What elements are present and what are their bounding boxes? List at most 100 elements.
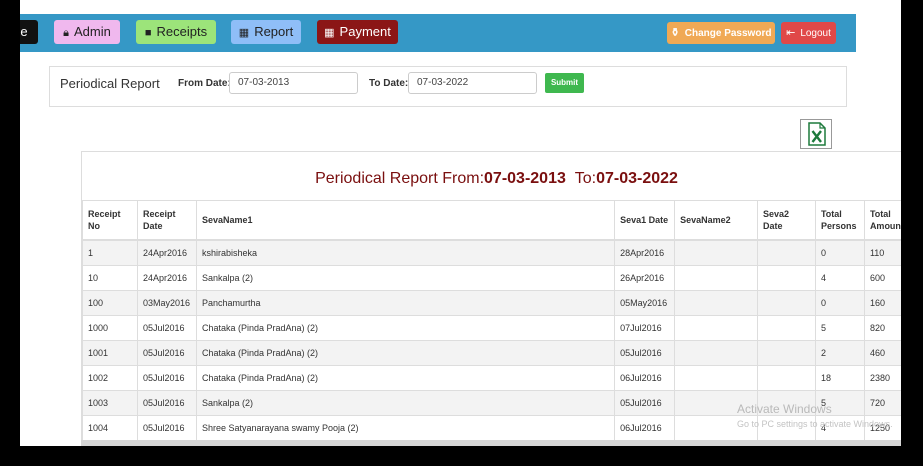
logout-button[interactable]: ⇤ Logout [781, 22, 836, 44]
table-cell: 1001 [82, 340, 138, 366]
table-cell [757, 265, 816, 291]
file-icon: ■ [144, 27, 152, 39]
table-cell: 1004 [82, 415, 138, 441]
table-cell: 820 [863, 315, 901, 341]
receipts-label: Receipts [156, 24, 208, 39]
column-header: Total Amount [863, 200, 901, 241]
table-row: 1000 05Jul2016 Chataka (Pinda PradAna) (2)… [82, 315, 901, 341]
table-cell: 0 [814, 290, 865, 316]
table-cell [674, 290, 759, 316]
table-cell: 720 [863, 390, 901, 416]
submit-button[interactable]: Submit [545, 73, 584, 93]
table-cell: 460 [863, 340, 901, 366]
table-cell: 03May2016 [136, 290, 197, 316]
table-cell [674, 315, 759, 341]
table-cell: 28Apr2016 [614, 239, 676, 266]
table-cell: 05Jul2016 [136, 415, 197, 441]
table-cell: 05Jul2016 [136, 315, 197, 341]
excel-icon [808, 122, 826, 146]
table-cell [674, 365, 759, 391]
report-label: Report [254, 24, 294, 39]
table-cell: 06Jul2016 [614, 365, 676, 391]
table-cell: 1 [82, 239, 138, 266]
sign-out-icon: ⇤ [786, 27, 796, 39]
table-cell: Chataka (Pinda PradAna) (2) [195, 365, 616, 391]
report-to-prefix: To: [574, 170, 597, 187]
table-cell [757, 290, 816, 316]
home-button[interactable]: e [20, 20, 38, 44]
table-row: 10 24Apr2016 Sankalpa (2) 26Apr2016 4 600 [82, 265, 901, 291]
column-header: Receipt Date [136, 200, 197, 241]
table-cell: 06Jul2016 [614, 415, 676, 441]
column-header: Receipt No [82, 200, 138, 241]
table-row: 1001 05Jul2016 Chataka (Pinda PradAna) (2)… [82, 340, 901, 366]
header-row: Receipt No Receipt Date SevaName1 Seva1 Dat… [82, 200, 901, 241]
table-cell [757, 365, 816, 391]
report-title: Periodical Report From:07-03-2013 To:07-… [82, 170, 901, 188]
table-cell: 05Jul2016 [614, 390, 676, 416]
key-icon: ⚱ [670, 27, 680, 39]
table-cell [757, 340, 816, 366]
table-cell: 05Jul2016 [136, 390, 197, 416]
table-cell: 10 [82, 265, 138, 291]
column-header: Seva2 Date [757, 200, 816, 241]
payment-label: Payment [339, 24, 391, 39]
table-cell: 2380 [863, 365, 901, 391]
table-cell: 05Jul2016 [136, 365, 197, 391]
table-cell: Chataka (Pinda PradAna) (2) [195, 340, 616, 366]
table-cell: 05Jul2016 [614, 340, 676, 366]
payment-button[interactable]: ▦ Payment [317, 20, 398, 44]
home-label: e [20, 24, 28, 39]
table-cell: Sankalpa (2) [195, 390, 616, 416]
table-cell: 160 [863, 290, 901, 316]
top-navbar: e 🔒︎ Admin ■ Receipts ▦ Report ▦ Payment ⚱ Ch… [20, 14, 856, 52]
lock-icon: 🔒︎ [63, 27, 69, 39]
table-row: 100 03May2016 Panchamurtha 05May2016 0 160 [82, 290, 901, 316]
table-cell: 1000 [82, 315, 138, 341]
table-cell [757, 239, 816, 266]
table-cell: 05Jul2016 [136, 340, 197, 366]
table-cell: 1002 [82, 365, 138, 391]
column-header: SevaName2 [674, 200, 759, 241]
table-cell: 110 [863, 239, 901, 266]
table-header: Receipt No Receipt Date SevaName1 Seva1 Dat… [82, 200, 901, 241]
table-icon: ▦ [324, 27, 335, 39]
table-cell: Panchamurtha [195, 290, 616, 316]
table-cell: 0 [814, 239, 865, 266]
from-date-label: From Date: [178, 78, 231, 89]
table-cell: kshirabisheka [195, 239, 616, 266]
report-to-date: 07-03-2022 [596, 170, 678, 187]
excel-export-button[interactable] [800, 119, 832, 149]
table-row: 1002 05Jul2016 Chataka (Pinda PradAna) (2)… [82, 365, 901, 391]
filter-panel: Periodical Report From Date: 07-03-2013 … [49, 66, 847, 107]
admin-button[interactable]: 🔒︎ Admin [54, 20, 120, 44]
report-button[interactable]: ▦ Report [231, 20, 301, 44]
filter-title: Periodical Report [60, 76, 160, 91]
table-icon: ▦ [238, 27, 250, 39]
table-row: 1 24Apr2016 kshirabisheka 28Apr2016 0 110 [82, 239, 901, 266]
table-cell: Shree Satyanarayana swamy Pooja (2) [195, 415, 616, 441]
table-cell [674, 265, 759, 291]
table-cell: 2 [814, 340, 865, 366]
table-cell: 18 [814, 365, 865, 391]
change-password-label: Change Password [684, 28, 772, 39]
table-cell: 1003 [82, 390, 138, 416]
report-from-date: 07-03-2013 [484, 170, 566, 187]
table-cell: 26Apr2016 [614, 265, 676, 291]
table-cell: 24Apr2016 [136, 239, 197, 266]
table-footer-bar [81, 440, 901, 446]
table-cell [757, 315, 816, 341]
table-cell [674, 340, 759, 366]
table-cell: 24Apr2016 [136, 265, 197, 291]
table-cell: 5 [814, 315, 865, 341]
from-date-input[interactable]: 07-03-2013 [229, 72, 358, 94]
table-cell: 05May2016 [614, 290, 676, 316]
change-password-button[interactable]: ⚱ Change Password [667, 22, 775, 44]
report-title-prefix: Periodical Report From: [315, 170, 485, 187]
receipts-button[interactable]: ■ Receipts [136, 20, 216, 44]
table-cell: Sankalpa (2) [195, 265, 616, 291]
activation-watermark-title: Activate Windows [737, 402, 832, 416]
table-cell: Chataka (Pinda PradAna) (2) [195, 315, 616, 341]
to-date-input[interactable]: 07-03-2022 [408, 72, 537, 94]
table-cell: 4 [814, 265, 865, 291]
